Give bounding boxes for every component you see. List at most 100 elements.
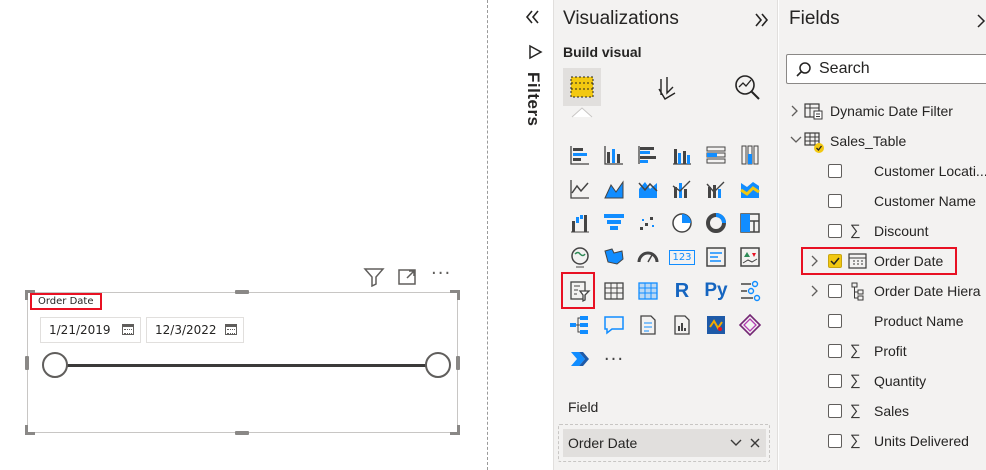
- stacked-area-chart-icon[interactable]: [631, 172, 665, 206]
- hierarchy-icon: [851, 282, 864, 301]
- decomposition-tree-icon[interactable]: [563, 308, 597, 342]
- more-options-icon[interactable]: ···: [431, 263, 451, 284]
- slider-start-handle[interactable]: [42, 352, 68, 378]
- clustered-bar-chart-icon[interactable]: [631, 138, 665, 172]
- card-icon[interactable]: 123: [665, 240, 699, 274]
- funnel-chart-icon[interactable]: [597, 206, 631, 240]
- table-icon[interactable]: [597, 274, 631, 308]
- close-icon[interactable]: [749, 437, 761, 449]
- map-icon[interactable]: [563, 240, 597, 274]
- table-dynamic-date-filter[interactable]: Dynamic Date Filter: [790, 99, 986, 123]
- field-item[interactable]: ∑ Units Delivered: [790, 429, 986, 453]
- slider-end-handle[interactable]: [425, 352, 451, 378]
- sigma-icon: ∑: [850, 402, 861, 419]
- chevron-right-icon[interactable]: [810, 285, 820, 297]
- resize-handle-left[interactable]: [25, 356, 29, 370]
- checkbox[interactable]: [828, 344, 842, 358]
- chevron-down-icon[interactable]: [729, 437, 743, 449]
- 100-stacked-bar-chart-icon[interactable]: [699, 138, 733, 172]
- resize-handle-bottom-left[interactable]: [25, 425, 35, 435]
- report-canvas[interactable]: ··· Order Date 1/21/2019 12/3/2022: [0, 0, 487, 470]
- waterfall-chart-icon[interactable]: [563, 206, 597, 240]
- resize-handle-bottom[interactable]: [235, 431, 249, 435]
- field-chip-order-date[interactable]: Order Date: [563, 429, 766, 457]
- chevron-down-icon[interactable]: [790, 135, 802, 145]
- filter-funnel-icon: [529, 44, 543, 60]
- clustered-column-chart-icon[interactable]: [665, 138, 699, 172]
- kpi-icon[interactable]: [733, 240, 767, 274]
- paginated-report-icon[interactable]: [665, 308, 699, 342]
- line-chart-icon[interactable]: [563, 172, 597, 206]
- scatter-chart-icon[interactable]: [631, 206, 665, 240]
- checkbox[interactable]: [828, 284, 842, 298]
- checkbox[interactable]: [828, 434, 842, 448]
- sigma-icon: ∑: [850, 432, 861, 449]
- resize-handle-top-right[interactable]: [450, 290, 460, 300]
- filters-pane-collapsed[interactable]: [511, 0, 553, 470]
- end-date-value: 12/3/2022: [155, 323, 217, 337]
- chevron-right-icon[interactable]: [790, 105, 800, 117]
- field-chip-label: Order Date: [568, 435, 638, 451]
- area-chart-icon[interactable]: [597, 172, 631, 206]
- filter-icon[interactable]: [363, 267, 385, 287]
- checkbox[interactable]: [828, 224, 842, 238]
- power-apps-icon[interactable]: [733, 308, 767, 342]
- line-stacked-column-chart-icon[interactable]: [699, 172, 733, 206]
- table-sales-table[interactable]: Sales_Table: [790, 129, 986, 153]
- matrix-icon[interactable]: [631, 274, 665, 308]
- field-item[interactable]: Product Name: [790, 309, 986, 333]
- pie-chart-icon[interactable]: [665, 206, 699, 240]
- stacked-column-chart-icon[interactable]: [597, 138, 631, 172]
- checkbox[interactable]: [828, 314, 842, 328]
- power-automate-icon[interactable]: [563, 342, 597, 376]
- calendar-icon[interactable]: [225, 324, 237, 335]
- double-chevron-left-icon[interactable]: [524, 8, 542, 26]
- resize-handle-right[interactable]: [456, 356, 460, 370]
- filters-label-wrap[interactable]: Filters: [523, 72, 545, 132]
- tab-analytics[interactable]: [728, 68, 766, 106]
- slicer-icon-highlight: [561, 272, 595, 309]
- field-item[interactable]: Customer Name: [790, 189, 986, 213]
- checkbox[interactable]: [828, 374, 842, 388]
- field-item-label: Profit: [874, 343, 907, 359]
- focus-mode-icon[interactable]: [397, 267, 419, 287]
- r-visual-icon[interactable]: R: [665, 274, 699, 308]
- checkbox[interactable]: [828, 404, 842, 418]
- multi-row-card-icon[interactable]: [699, 240, 733, 274]
- ribbon-chart-icon[interactable]: [733, 172, 767, 206]
- chevron-right-icon[interactable]: [976, 13, 986, 29]
- start-date-input[interactable]: 1/21/2019: [40, 317, 141, 343]
- date-range-slider-track[interactable]: [55, 364, 438, 367]
- arcgis-map-icon[interactable]: [699, 308, 733, 342]
- field-item[interactable]: Customer Locati...: [790, 159, 986, 183]
- field-item[interactable]: Order Date Hiera: [790, 279, 986, 303]
- stacked-bar-chart-icon[interactable]: [563, 138, 597, 172]
- filled-map-icon[interactable]: [597, 240, 631, 274]
- gauge-icon[interactable]: [631, 240, 665, 274]
- field-item[interactable]: ∑ Profit: [790, 339, 986, 363]
- treemap-icon[interactable]: [733, 206, 767, 240]
- field-item[interactable]: ∑ Quantity: [790, 369, 986, 393]
- checkbox[interactable]: [828, 194, 842, 208]
- line-clustered-column-chart-icon[interactable]: [665, 172, 699, 206]
- end-date-input[interactable]: 12/3/2022: [146, 317, 244, 343]
- checkbox[interactable]: [828, 164, 842, 178]
- qa-icon[interactable]: [597, 308, 631, 342]
- date-slicer-visual[interactable]: [27, 292, 458, 433]
- 100-stacked-column-chart-icon[interactable]: [733, 138, 767, 172]
- smart-narrative-icon[interactable]: [631, 308, 665, 342]
- double-chevron-right-icon[interactable]: [752, 11, 770, 29]
- tab-format-visual[interactable]: [648, 68, 686, 106]
- resize-handle-top[interactable]: [235, 290, 249, 294]
- resize-handle-bottom-right[interactable]: [450, 425, 460, 435]
- field-item[interactable]: ∑ Sales: [790, 399, 986, 423]
- more-visuals-icon[interactable]: ···: [597, 342, 631, 376]
- fields-search-input[interactable]: [786, 54, 986, 84]
- calendar-icon[interactable]: [122, 324, 134, 335]
- tab-build-visual[interactable]: [563, 68, 601, 106]
- python-visual-icon[interactable]: Py: [699, 274, 733, 308]
- field-well-label: Field: [568, 399, 599, 415]
- field-item[interactable]: ∑ Discount: [790, 219, 986, 243]
- key-influencers-icon[interactable]: [733, 274, 767, 308]
- donut-chart-icon[interactable]: [699, 206, 733, 240]
